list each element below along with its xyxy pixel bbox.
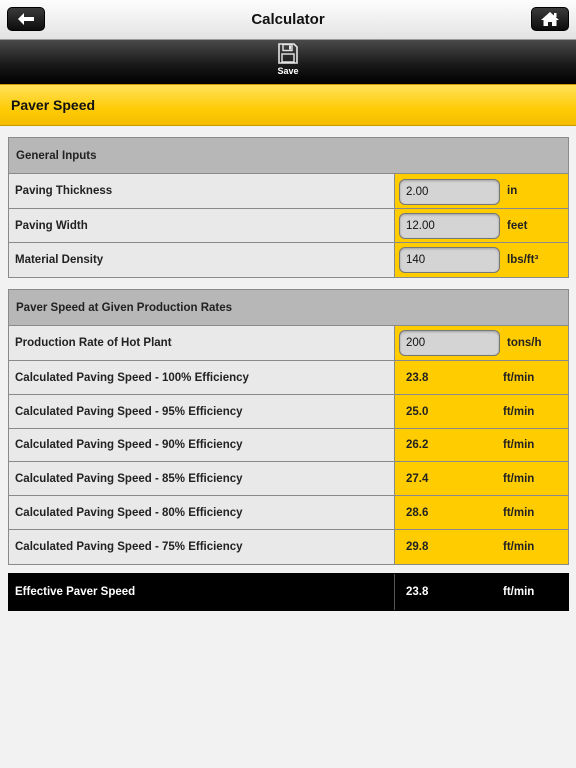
row-label: Paving Width bbox=[9, 209, 395, 242]
input-row-paving-thickness: Paving Thickness 2.00 in bbox=[9, 174, 568, 209]
nav-bar: Calculator bbox=[0, 0, 576, 40]
calculated-value: 27.4 bbox=[406, 472, 429, 485]
paving-thickness-input[interactable]: 2.00 bbox=[399, 179, 500, 205]
row-label: Production Rate of Hot Plant bbox=[9, 326, 395, 360]
input-row-production-rate: Production Rate of Hot Plant 200 tons/h bbox=[9, 326, 568, 361]
material-density-input[interactable]: 140 bbox=[399, 247, 500, 273]
unit-label: ft/min bbox=[503, 439, 535, 451]
effective-paver-speed-bar: Effective Paver Speed 23.8 ft/min bbox=[8, 573, 569, 611]
unit-label: feet bbox=[507, 219, 528, 232]
row-value-cell: 29.8 ft/min bbox=[395, 530, 568, 564]
row-value-cell: 140 lbs/ft³ bbox=[395, 243, 568, 277]
row-label: Calculated Paving Speed - 90% Efficiency bbox=[9, 429, 395, 461]
production-rates-table: Paver Speed at Given Production Rates Pr… bbox=[8, 289, 569, 565]
calculated-value: 25.0 bbox=[406, 405, 429, 418]
group-header-general-inputs: General Inputs bbox=[9, 138, 568, 174]
row-label: Paving Thickness bbox=[9, 174, 395, 208]
input-row-paving-width: Paving Width 12.00 feet bbox=[9, 209, 568, 243]
unit-label: ft/min bbox=[503, 506, 535, 519]
row-label: Material Density bbox=[9, 243, 395, 277]
unit-label: lbs/ft³ bbox=[507, 254, 539, 266]
production-rate-input[interactable]: 200 bbox=[399, 330, 500, 356]
result-label: Effective Paver Speed bbox=[9, 574, 395, 610]
calc-row-95: Calculated Paving Speed - 95% Efficiency… bbox=[9, 395, 568, 429]
unit-label: ft/min bbox=[503, 405, 535, 418]
row-value-cell: 27.4 ft/min bbox=[395, 462, 568, 495]
calculated-value: 29.8 bbox=[406, 541, 429, 553]
unit-label: ft/min bbox=[503, 371, 535, 384]
result-unit: ft/min bbox=[503, 586, 535, 598]
unit-label: in bbox=[507, 185, 518, 197]
home-button[interactable] bbox=[531, 7, 569, 31]
calculated-value: 28.6 bbox=[406, 506, 429, 519]
row-value-cell: 25.0 ft/min bbox=[395, 395, 568, 428]
section-header: Paver Speed bbox=[0, 84, 576, 126]
save-button[interactable]: Save bbox=[268, 43, 308, 81]
paving-width-input[interactable]: 12.00 bbox=[399, 213, 500, 239]
result-value: 23.8 bbox=[406, 586, 429, 598]
row-label: Calculated Paving Speed - 95% Efficiency bbox=[9, 395, 395, 428]
calc-row-85: Calculated Paving Speed - 85% Efficiency… bbox=[9, 462, 568, 496]
row-value-cell: 200 tons/h bbox=[395, 326, 568, 360]
save-label: Save bbox=[277, 66, 299, 76]
row-value-cell: 26.2 ft/min bbox=[395, 429, 568, 461]
input-row-material-density: Material Density 140 lbs/ft³ bbox=[9, 243, 568, 277]
result-value-cell: 23.8 ft/min bbox=[395, 574, 568, 610]
calculated-value: 26.2 bbox=[406, 439, 429, 451]
row-value-cell: 12.00 feet bbox=[395, 209, 568, 242]
calc-row-90: Calculated Paving Speed - 90% Efficiency… bbox=[9, 429, 568, 462]
group-header-production-rates: Paver Speed at Given Production Rates bbox=[9, 290, 568, 326]
section-title: Paver Speed bbox=[11, 97, 96, 113]
unit-label: ft/min bbox=[503, 541, 535, 553]
floppy-disk-icon bbox=[278, 43, 298, 64]
row-value-cell: 2.00 in bbox=[395, 174, 568, 208]
row-value-cell: 28.6 ft/min bbox=[395, 496, 568, 529]
row-label: Calculated Paving Speed - 100% Efficienc… bbox=[9, 361, 395, 394]
page-title: Calculator bbox=[251, 11, 325, 28]
row-label: Calculated Paving Speed - 85% Efficiency bbox=[9, 462, 395, 495]
calc-row-100: Calculated Paving Speed - 100% Efficienc… bbox=[9, 361, 568, 395]
home-icon bbox=[541, 12, 559, 26]
unit-label: ft/min bbox=[503, 472, 535, 485]
calc-row-80: Calculated Paving Speed - 80% Efficiency… bbox=[9, 496, 568, 530]
row-label: Calculated Paving Speed - 75% Efficiency bbox=[9, 530, 395, 564]
row-value-cell: 23.8 ft/min bbox=[395, 361, 568, 394]
general-inputs-table: General Inputs Paving Thickness 2.00 in … bbox=[8, 137, 569, 278]
toolbar: Save bbox=[0, 40, 576, 84]
unit-label: tons/h bbox=[507, 337, 542, 349]
row-label: Calculated Paving Speed - 80% Efficiency bbox=[9, 496, 395, 529]
calculated-value: 23.8 bbox=[406, 371, 429, 384]
calc-row-75: Calculated Paving Speed - 75% Efficiency… bbox=[9, 530, 568, 564]
